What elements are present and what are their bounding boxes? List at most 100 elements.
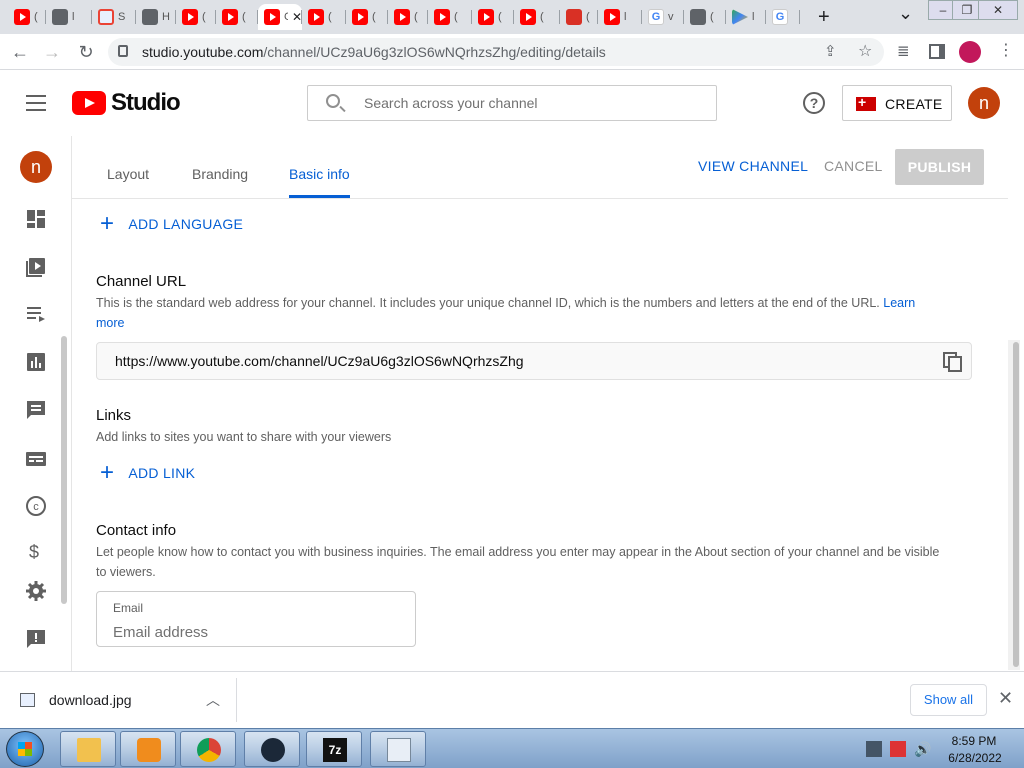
view-channel-button[interactable]: VIEW CHANNEL [698, 158, 808, 174]
browser-tab[interactable]: G [766, 4, 800, 30]
7zip-icon: 7z [323, 738, 347, 762]
add-link-button[interactable]: + ADD LINK [100, 459, 196, 486]
youtube-icon [352, 9, 368, 25]
media-control-icon[interactable]: ≣ [897, 42, 910, 60]
browser-tab[interactable]: ( [302, 4, 346, 30]
browser-tab[interactable]: C✕ [258, 4, 302, 30]
youtube-icon [308, 9, 324, 25]
forward-icon[interactable]: → [40, 40, 64, 64]
folder-icon [77, 738, 101, 762]
tab-title: ( [328, 11, 332, 23]
email-input[interactable] [113, 622, 403, 642]
tab-title: l [752, 11, 755, 23]
clock-date[interactable]: 6/28/2022 [944, 751, 1006, 765]
tab-search-button[interactable]: ⌄ [898, 3, 913, 24]
send-feedback-icon[interactable] [25, 628, 47, 650]
analytics-icon[interactable] [25, 351, 47, 373]
browser-tab[interactable]: l [46, 4, 92, 30]
browser-tab[interactable]: Gv [642, 4, 684, 30]
create-button[interactable]: CREATE [842, 85, 952, 121]
content-icon[interactable] [25, 256, 47, 278]
browser-tab[interactable]: ( [560, 4, 598, 30]
browser-tab[interactable]: ( [388, 4, 428, 30]
download-filename[interactable]: download.jpg [49, 692, 132, 708]
youtube-studio-icon [264, 9, 280, 25]
close-icon[interactable]: ✕ [998, 688, 1013, 709]
subtitles-icon[interactable] [25, 448, 47, 470]
help-icon[interactable]: ? [803, 92, 825, 114]
url-text: studio.youtube.com/channel/UCz9aU6g3zlOS… [142, 44, 606, 60]
learn-more-link-cont[interactable]: more [96, 316, 124, 330]
play-store-icon [732, 9, 748, 25]
new-tab-button[interactable]: + [818, 6, 830, 29]
copyright-icon[interactable]: c [25, 495, 47, 517]
sidebar-scrollbar[interactable] [61, 336, 67, 604]
profile-avatar-icon[interactable] [959, 41, 981, 63]
cancel-button[interactable]: CANCEL [824, 158, 883, 174]
menu-icon[interactable] [26, 95, 46, 111]
playlists-icon[interactable] [25, 303, 47, 325]
browser-tab[interactable]: ( [514, 4, 560, 30]
chevron-up-icon[interactable]: ︿ [206, 690, 220, 710]
image-icon [566, 9, 582, 25]
browser-tab[interactable]: ( [8, 4, 46, 30]
tab-basic-info[interactable]: Basic info [289, 166, 350, 182]
dashboard-icon[interactable] [25, 208, 47, 230]
start-button[interactable] [6, 731, 44, 767]
tab-layout[interactable]: Layout [107, 166, 149, 182]
search-input[interactable] [364, 86, 704, 120]
add-link-label: ADD LINK [128, 465, 196, 481]
youtube-icon [182, 9, 198, 25]
steam-taskbar-button[interactable] [244, 731, 300, 767]
clock-time[interactable]: 8:59 PM [948, 734, 1000, 748]
image-file-icon [20, 693, 35, 707]
studio-logo-text[interactable]: Studio [111, 89, 181, 117]
comments-icon[interactable] [25, 399, 47, 421]
media-player-taskbar-button[interactable] [120, 731, 176, 767]
browser-tab[interactable]: ( [346, 4, 388, 30]
browser-tab[interactable]: ( [176, 4, 216, 30]
close-window-button[interactable]: ✕ [978, 0, 1018, 20]
browser-menu-icon[interactable]: ⋮ [998, 40, 1014, 60]
7zip-taskbar-button[interactable]: 7z [306, 731, 362, 767]
youtube-logo-icon[interactable] [72, 91, 106, 115]
email-field[interactable]: Email [96, 591, 416, 647]
chrome-taskbar-button[interactable] [180, 731, 236, 767]
back-icon[interactable]: ← [8, 40, 32, 64]
contact-info-description: Let people know how to contact you with … [96, 545, 940, 579]
tab-branding[interactable]: Branding [192, 166, 248, 182]
browser-tab[interactable]: ( [216, 4, 258, 30]
earn-dollar-icon[interactable]: $ [29, 542, 39, 563]
customization-tabs: Layout Branding Basic info VIEW CHANNEL … [72, 136, 1008, 199]
notepad-taskbar-button[interactable] [370, 731, 426, 767]
browser-tab[interactable]: ( [684, 4, 726, 30]
copy-icon[interactable] [943, 352, 963, 372]
settings-gear-icon[interactable] [25, 580, 47, 602]
channel-avatar[interactable]: n [20, 151, 52, 183]
main-scrollbar-thumb[interactable] [1013, 342, 1019, 667]
browser-tab[interactable]: ( [472, 4, 514, 30]
browser-tab[interactable]: ( [428, 4, 472, 30]
browser-tab[interactable]: S [92, 4, 136, 30]
browser-tab[interactable]: l [726, 4, 766, 30]
action-center-flag-icon[interactable] [890, 741, 906, 757]
reload-icon[interactable]: ↻ [74, 40, 98, 64]
channel-search[interactable] [307, 85, 717, 121]
volume-icon[interactable]: 🔊 [914, 741, 931, 757]
network-icon[interactable] [866, 741, 882, 757]
tab-title: ( [202, 11, 206, 23]
account-avatar[interactable]: n [968, 87, 1000, 119]
learn-more-link[interactable]: Learn [883, 296, 915, 310]
add-language-button[interactable]: + ADD LANGUAGE [100, 212, 243, 236]
address-bar[interactable]: studio.youtube.com/channel/UCz9aU6g3zlOS… [108, 38, 884, 66]
plus-icon: + [100, 459, 115, 486]
show-all-button[interactable]: Show all [910, 684, 987, 716]
browser-tab[interactable]: l [598, 4, 642, 30]
explorer-taskbar-button[interactable] [60, 731, 116, 767]
browser-tab[interactable]: H [136, 4, 176, 30]
publish-button[interactable]: PUBLISH [895, 149, 984, 185]
share-icon[interactable]: ⇪ [824, 42, 837, 60]
google-icon: G [648, 9, 664, 25]
bookmark-star-icon[interactable]: ☆ [858, 41, 872, 61]
side-panel-icon[interactable] [929, 44, 945, 59]
